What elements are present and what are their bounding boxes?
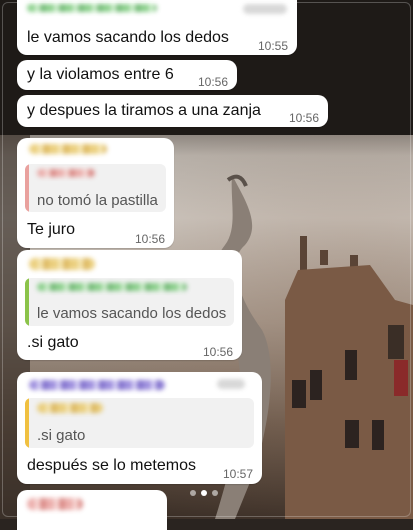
redacted-phone-icon xyxy=(217,379,245,389)
quoted-message[interactable]: no tomó la pastilla xyxy=(25,164,166,212)
message-bubble[interactable]: y la violamos entre 6 10:56 xyxy=(17,60,237,90)
sender-name-redacted xyxy=(29,258,95,270)
message-text: .si gato xyxy=(27,334,79,351)
quoted-sender-redacted xyxy=(37,283,187,291)
sender-name-redacted xyxy=(27,4,157,12)
quoted-message[interactable]: .si gato xyxy=(25,398,254,448)
message-time: 10:57 xyxy=(222,467,253,481)
quoted-sender-redacted xyxy=(37,169,95,177)
message-text: y la violamos entre 6 xyxy=(27,66,174,83)
carousel-dot-active[interactable] xyxy=(201,490,207,496)
reply-message-bubble[interactable]: no tomó la pastilla Te juro 10:56 xyxy=(17,138,174,248)
message-time: 10:56 xyxy=(134,232,165,246)
quoted-text: le vamos sacando los dedos xyxy=(37,305,227,322)
sender-name-redacted xyxy=(27,498,83,510)
sender-name-redacted xyxy=(29,144,107,154)
carousel-indicator xyxy=(190,490,218,496)
redacted-phone-icon xyxy=(243,4,287,14)
message-text: después se lo metemos xyxy=(27,457,196,474)
message-bubble[interactable] xyxy=(17,490,167,530)
reply-message-bubble[interactable]: .si gato después se lo metemos 10:57 xyxy=(17,372,262,484)
sender-name-redacted xyxy=(29,380,165,390)
message-time: 10:56 xyxy=(202,345,233,359)
message-time: 10:55 xyxy=(257,39,288,53)
message-bubble[interactable]: y despues la tiramos a una zanja 10:56 xyxy=(17,95,328,127)
message-time: 10:56 xyxy=(288,111,319,125)
message-text: Te juro xyxy=(27,221,76,238)
carousel-dot[interactable] xyxy=(212,490,218,496)
quote-bar xyxy=(25,164,29,212)
quoted-text: .si gato xyxy=(37,427,86,444)
message-text: le vamos sacando los dedos xyxy=(27,29,229,46)
reply-message-bubble[interactable]: le vamos sacando los dedos .si gato 10:5… xyxy=(17,250,242,360)
quote-bar xyxy=(25,278,29,326)
message-bubble[interactable]: le vamos sacando los dedos 10:55 xyxy=(17,0,297,55)
quoted-text: no tomó la pastilla xyxy=(37,192,158,209)
quoted-message[interactable]: le vamos sacando los dedos xyxy=(25,278,234,326)
quoted-sender-redacted xyxy=(37,403,103,413)
message-time: 10:56 xyxy=(197,75,228,89)
carousel-dot[interactable] xyxy=(190,490,196,496)
quote-bar xyxy=(25,398,29,448)
message-text: y despues la tiramos a una zanja xyxy=(27,102,261,119)
